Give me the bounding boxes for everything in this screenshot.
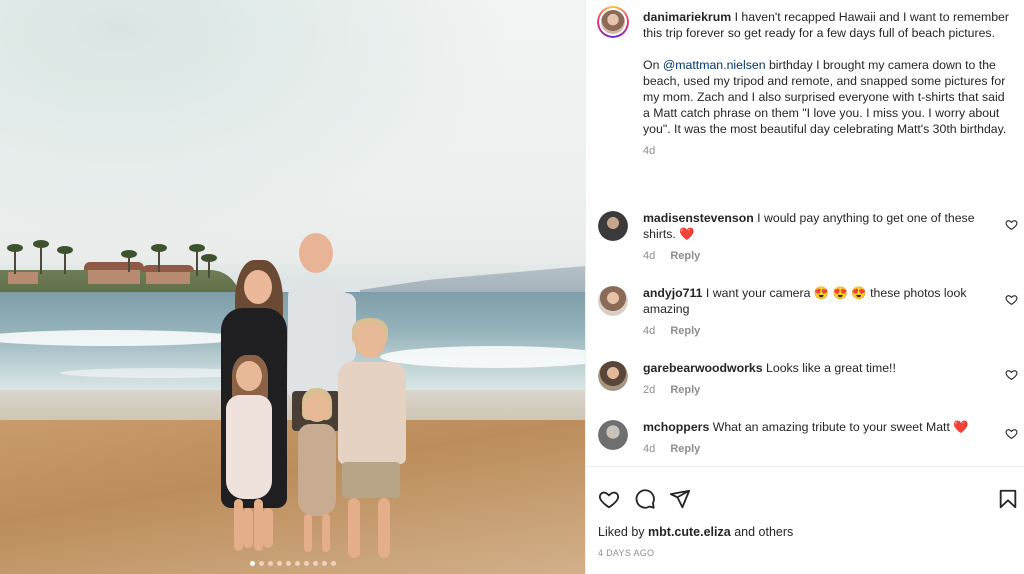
author-avatar[interactable] <box>597 6 629 38</box>
carousel-dot <box>249 561 255 566</box>
likes-suffix[interactable]: and others <box>734 525 793 539</box>
posted-time[interactable]: 4 DAYS AGO <box>598 548 654 558</box>
commenter-avatar[interactable] <box>598 211 628 241</box>
comment-body: What an amazing tribute to your sweet Ma… <box>712 420 950 434</box>
comment-time[interactable]: 4d <box>643 250 655 262</box>
reply-button[interactable]: Reply <box>670 443 700 455</box>
comment-meta: 4d Reply <box>643 325 700 337</box>
palm-tree <box>189 244 205 276</box>
person-girl-left <box>212 355 287 565</box>
comment-meta: 4d Reply <box>643 250 700 262</box>
comment-text: garebearwoodworks Looks like a great tim… <box>643 360 985 376</box>
comment-meta: 4d Reply <box>643 443 700 455</box>
comment-meta: 2d Reply <box>643 384 700 396</box>
heart-emoji: ❤️ <box>953 420 969 434</box>
palm-tree <box>7 244 23 274</box>
carousel-dot <box>321 561 327 566</box>
comments-feed[interactable]: danimariekrum I haven't recapped Hawaii … <box>586 0 1024 466</box>
carousel-dot <box>276 561 282 566</box>
palm-tree <box>201 254 217 278</box>
comment-body: I want your camera <box>705 286 811 300</box>
bookmark-icon[interactable] <box>997 488 1019 510</box>
comment-time[interactable]: 4d <box>643 325 655 337</box>
comment-like-heart-icon[interactable] <box>1005 427 1018 440</box>
comment-time[interactable]: 4d <box>643 443 655 455</box>
comment-body: Looks like a great time!! <box>766 361 896 375</box>
likes-summary[interactable]: Liked by mbt.cute.eliza and others <box>598 525 793 539</box>
caption-mention-link[interactable]: @mattman.nielsen <box>663 58 766 72</box>
reply-button[interactable]: Reply <box>670 384 700 396</box>
liked-by-user[interactable]: mbt.cute.eliza <box>648 525 731 539</box>
carousel-dot <box>285 561 291 566</box>
comment-like-heart-icon[interactable] <box>1005 368 1018 381</box>
carousel-dot <box>294 561 300 566</box>
resort-building <box>8 272 38 284</box>
post-photo[interactable] <box>0 0 585 574</box>
post-detail-panel: danimariekrum I haven't recapped Hawaii … <box>585 0 1024 574</box>
palm-tree <box>151 244 167 272</box>
carousel-dot <box>330 561 336 566</box>
post-actions: Liked by mbt.cute.eliza and others 4 DAY… <box>586 466 1024 574</box>
comment-username[interactable]: andyjo711 <box>643 286 702 300</box>
author-username[interactable]: danimariekrum <box>643 10 731 24</box>
resort-building <box>146 270 190 284</box>
comment-text: andyjo711 I want your camera 😍 😍 😍 these… <box>643 285 985 317</box>
reply-button[interactable]: Reply <box>670 325 700 337</box>
likes-prefix: Liked by <box>598 525 645 539</box>
carousel-dot <box>258 561 264 566</box>
carousel-dot <box>312 561 318 566</box>
palm-tree <box>33 240 49 274</box>
caption-on: On <box>643 58 660 72</box>
commenter-avatar[interactable] <box>598 361 628 391</box>
comment-time[interactable]: 2d <box>643 384 655 396</box>
commenter-avatar[interactable] <box>598 286 628 316</box>
carousel-dots <box>0 561 585 566</box>
commenter-avatar[interactable] <box>598 420 628 450</box>
post-caption: danimariekrum I haven't recapped Hawaii … <box>643 9 1009 159</box>
share-icon[interactable] <box>669 488 691 510</box>
comment-username[interactable]: mchoppers <box>643 420 709 434</box>
palm-tree <box>57 246 73 274</box>
resort-roof <box>142 265 194 272</box>
comment-text: madisenstevenson I would pay anything to… <box>643 210 985 242</box>
resort-roof <box>84 262 144 270</box>
heart-icon[interactable] <box>598 488 620 510</box>
comment-username[interactable]: madisenstevenson <box>643 211 754 225</box>
reply-button[interactable]: Reply <box>670 250 700 262</box>
comment-like-heart-icon[interactable] <box>1005 293 1018 306</box>
carousel-dot <box>303 561 309 566</box>
caption-time[interactable]: 4d <box>643 143 1009 159</box>
carousel-dot <box>267 561 273 566</box>
comment-text: mchoppers What an amazing tribute to you… <box>643 419 985 435</box>
comment-username[interactable]: garebearwoodworks <box>643 361 763 375</box>
comment-icon[interactable] <box>634 488 656 510</box>
person-boy <box>330 318 415 568</box>
heart-emoji: ❤️ <box>679 227 695 241</box>
palm-tree <box>121 250 137 272</box>
heart-eyes-emoji: 😍 😍 😍 <box>813 286 867 300</box>
resort-building <box>88 268 140 284</box>
comment-like-heart-icon[interactable] <box>1005 218 1018 231</box>
